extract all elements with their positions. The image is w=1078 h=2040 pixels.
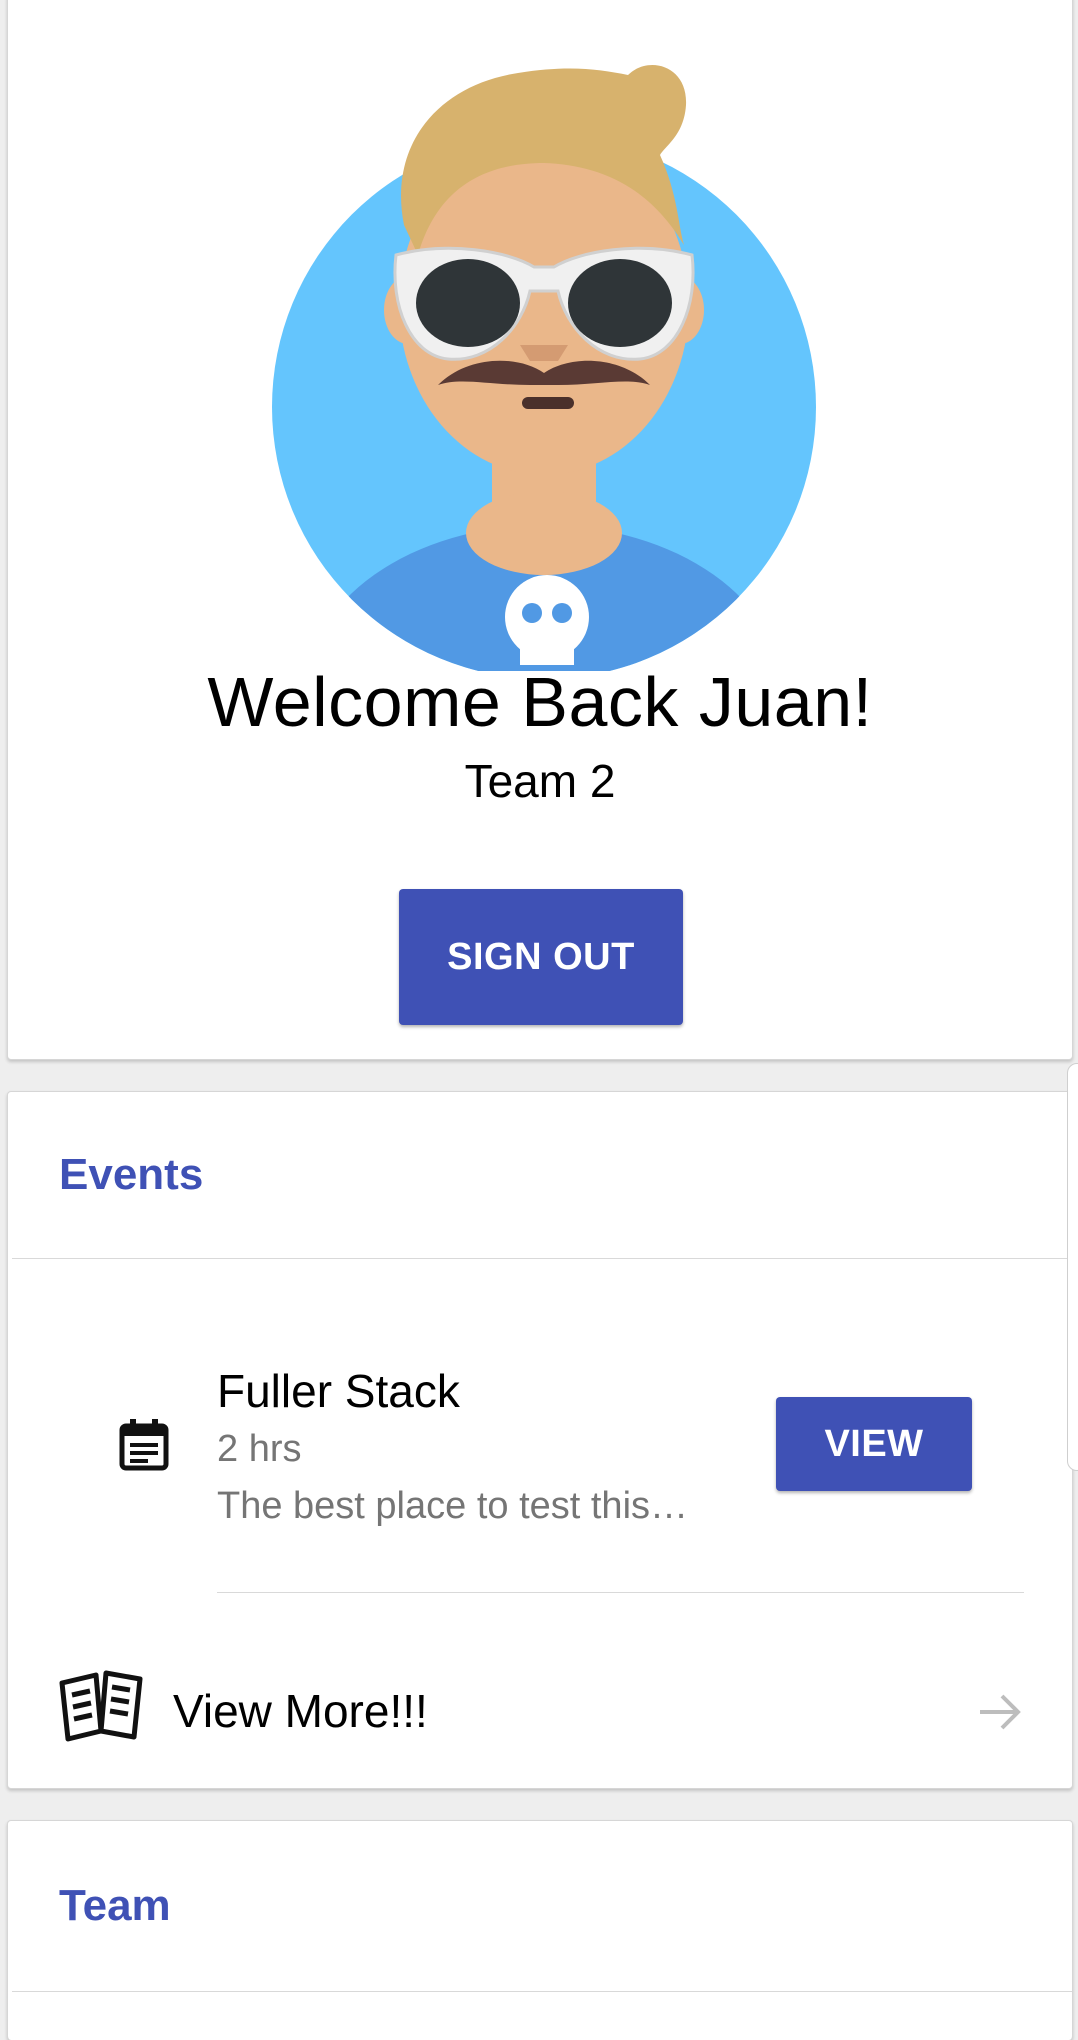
- side-drawer-handle[interactable]: [1067, 1063, 1078, 1471]
- event-duration: 2 hrs: [217, 1428, 302, 1470]
- event-item-divider: [217, 1592, 1024, 1593]
- team-header-divider: [12, 1991, 1072, 1992]
- book-open-icon: [59, 1670, 143, 1742]
- arrow-right-icon: [980, 1694, 1021, 1730]
- team-card: Team: [7, 1820, 1073, 2040]
- events-card: Events Fuller Stack 2 hrs The best place…: [7, 1091, 1073, 1789]
- welcome-heading: Welcome Back Juan!: [207, 663, 873, 741]
- event-description: The best place to test this…: [217, 1485, 689, 1527]
- event-note-icon: [119, 1419, 169, 1471]
- team-label: Team 2: [464, 755, 616, 807]
- team-section-title: Team: [59, 1881, 171, 1930]
- event-title: Fuller Stack: [217, 1365, 460, 1417]
- events-header-divider: [12, 1258, 1072, 1259]
- avatar: [272, 65, 816, 671]
- sign-out-button[interactable]: SIGN OUT: [399, 889, 683, 1025]
- profile-card: Welcome Back Juan! Team 2 SIGN OUT: [7, 0, 1073, 1060]
- view-event-button[interactable]: VIEW: [776, 1397, 972, 1491]
- events-section-title: Events: [59, 1150, 204, 1199]
- view-more-label: View More!!!: [173, 1685, 428, 1737]
